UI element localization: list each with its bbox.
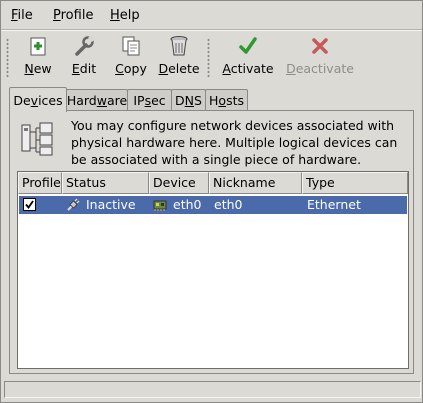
column-header-nickname[interactable]: Nickname	[209, 172, 302, 194]
toolbar: New Edit Copy Delete Activate Deactivate	[1, 32, 422, 80]
menubar-separator	[1, 29, 422, 31]
devices-table[interactable]: Profile Status Device Nickname Type Inac…	[17, 171, 409, 369]
network-devices-icon	[21, 122, 53, 156]
toolbar-grip[interactable]	[6, 38, 9, 78]
new-button[interactable]: New	[20, 34, 56, 78]
devices-panel: You may configure network devices associ…	[9, 110, 414, 374]
copy-button[interactable]: Copy	[113, 34, 149, 78]
edit-button[interactable]: Edit	[68, 34, 100, 78]
menu-file[interactable]: File	[11, 8, 33, 23]
nickname-cell: eth0	[214, 197, 243, 212]
tab-hosts[interactable]: Ho sts	[205, 89, 248, 110]
tab-dns[interactable]: DNS	[171, 89, 206, 110]
column-header-device[interactable]: Device	[149, 172, 209, 194]
profile-checkbox[interactable]	[23, 198, 36, 211]
wrench-icon	[75, 35, 95, 56]
checkmark-icon	[25, 200, 34, 209]
new-icon	[30, 37, 46, 56]
x-icon	[312, 38, 328, 54]
delete-button[interactable]: Delete	[158, 34, 200, 78]
status-cell: Inactive	[86, 197, 136, 212]
trash-icon	[170, 36, 188, 56]
disconnected-plug-icon	[67, 198, 80, 211]
copy-icon	[122, 36, 140, 56]
column-header-profile[interactable]: Profile	[18, 172, 62, 194]
tab-hardware[interactable]: Hard w are	[66, 89, 128, 110]
deactivate-button[interactable]: Deactivate	[286, 34, 354, 78]
menu-help[interactable]: Help	[110, 8, 140, 23]
table-row[interactable]: Inactive eth0 eth0 Ethernet	[19, 196, 407, 214]
tab-ipsec[interactable]: IP s ec	[127, 89, 172, 110]
menu-profile[interactable]: Profile	[53, 8, 93, 23]
activate-button[interactable]: Activate	[221, 34, 275, 78]
status-bar	[4, 381, 421, 398]
checkmark-icon	[239, 37, 257, 54]
device-cell: eth0	[173, 197, 202, 212]
menubar: File Profile Help	[1, 5, 422, 27]
column-header-status[interactable]: Status	[62, 172, 149, 194]
toolbar-grip[interactable]	[207, 38, 210, 78]
ethernet-card-icon	[153, 200, 167, 211]
table-header: Profile Status Device Nickname Type	[18, 172, 408, 194]
type-cell: Ethernet	[307, 197, 361, 212]
tab-devices[interactable]: De v ices	[9, 87, 67, 112]
column-header-type[interactable]: Type	[302, 172, 408, 194]
network-configuration-window: File Profile Help New Edit Copy Delete A…	[0, 0, 423, 403]
info-description: You may configure network devices associ…	[71, 118, 398, 167]
